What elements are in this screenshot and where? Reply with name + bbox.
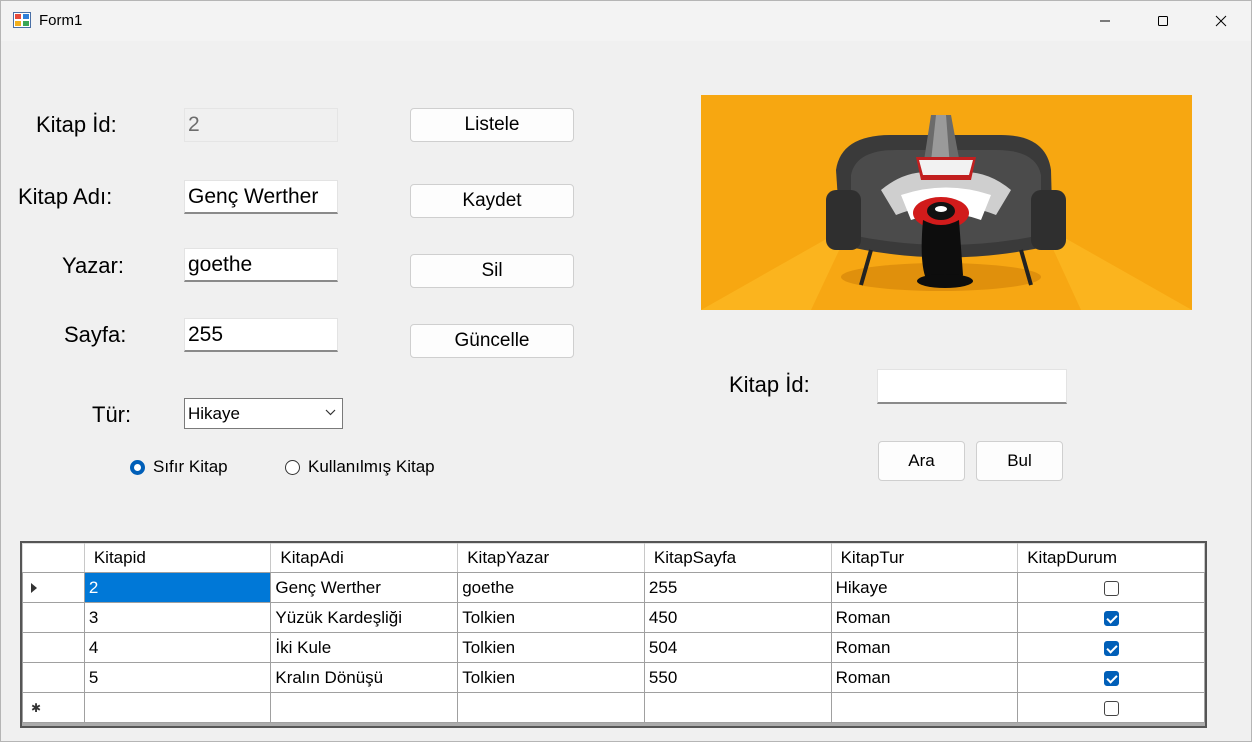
kitap-id-field[interactable]: 2 bbox=[184, 108, 338, 142]
row-header[interactable] bbox=[22, 662, 85, 693]
cell-kitapid[interactable]: 2 bbox=[83, 572, 272, 603]
new-row-asterisk-icon: ✱ bbox=[31, 701, 42, 715]
column-header-kitapid[interactable]: Kitapid bbox=[83, 543, 272, 573]
row-header[interactable] bbox=[22, 602, 85, 633]
tur-select-value: Hikaye bbox=[188, 404, 240, 423]
checkbox-checked-icon[interactable] bbox=[1103, 610, 1119, 626]
cell-kitapid[interactable]: 4 bbox=[83, 632, 272, 663]
column-header-kitapadi[interactable]: KitapAdi bbox=[270, 543, 459, 573]
cell-kitapid[interactable]: 5 bbox=[83, 662, 272, 693]
row-header[interactable]: ✱ bbox=[22, 692, 85, 723]
listele-button[interactable]: Listele bbox=[410, 108, 574, 142]
maximize-button[interactable] bbox=[1134, 1, 1192, 41]
cell-kitapyazar[interactable]: Tolkien bbox=[457, 662, 645, 693]
yazar-label: Yazar: bbox=[62, 253, 124, 278]
main-window: Form1 Kitap İd: Kitap Adı: Yazar: Sayfa:… bbox=[0, 0, 1252, 742]
kullanilmis-kitap-radio[interactable]: Kullanılmış Kitap bbox=[285, 457, 435, 477]
checkbox-unchecked-icon[interactable] bbox=[1103, 700, 1119, 716]
column-header-kitapyazar[interactable]: KitapYazar bbox=[457, 543, 645, 573]
row-header[interactable] bbox=[22, 632, 85, 663]
column-header-kitapdurum[interactable]: KitapDurum bbox=[1017, 543, 1205, 573]
cell-kitapadi[interactable]: İki Kule bbox=[270, 632, 459, 663]
cell-kitapyazar[interactable]: Tolkien bbox=[457, 602, 645, 633]
cell-kitapadi[interactable]: Yüzük Kardeşliği bbox=[270, 602, 459, 633]
column-header-kitaptur[interactable]: KitapTur bbox=[830, 543, 1019, 573]
minimize-icon bbox=[1100, 20, 1110, 22]
sil-button[interactable]: Sil bbox=[410, 254, 574, 288]
close-icon bbox=[1215, 15, 1227, 27]
cell-kitapsayfa[interactable]: 504 bbox=[643, 632, 832, 663]
bul-button[interactable]: Bul bbox=[976, 441, 1063, 481]
cell-kitapadi[interactable]: Kralın Dönüşü bbox=[270, 662, 459, 693]
cell-kitapid[interactable]: 3 bbox=[83, 602, 272, 633]
new-row[interactable]: ✱ bbox=[22, 692, 1205, 723]
grid-header-row: Kitapid KitapAdi KitapYazar KitapSayfa K… bbox=[22, 543, 1205, 573]
cell-kitapyazar[interactable]: Tolkien bbox=[457, 632, 645, 663]
kaydet-button[interactable]: Kaydet bbox=[410, 184, 574, 218]
row-header[interactable] bbox=[22, 572, 85, 603]
kullanilmis-kitap-label: Kullanılmış Kitap bbox=[308, 457, 435, 476]
cell-kitaptur[interactable]: Roman bbox=[830, 662, 1019, 693]
kitap-adi-field[interactable]: Genç Werther bbox=[184, 180, 338, 214]
table-row[interactable]: 3 Yüzük Kardeşliği Tolkien 450 Roman bbox=[22, 602, 1205, 633]
app-icon bbox=[13, 12, 31, 28]
cell-kitapdurum[interactable] bbox=[1017, 632, 1205, 663]
cell-kitapdurum[interactable] bbox=[1017, 602, 1205, 633]
cell-kitapid[interactable] bbox=[83, 692, 272, 723]
title-bar[interactable]: Form1 bbox=[1, 1, 1251, 41]
table-row[interactable]: 2 Genç Werther goethe 255 Hikaye bbox=[22, 572, 1205, 603]
grid-corner-header[interactable] bbox=[22, 543, 85, 573]
search-kitap-id-label: Kitap İd: bbox=[729, 372, 810, 397]
kitap-id-label: Kitap İd: bbox=[36, 112, 117, 137]
checkbox-unchecked-icon[interactable] bbox=[1103, 580, 1119, 596]
cell-kitapsayfa[interactable] bbox=[643, 692, 832, 723]
close-button[interactable] bbox=[1192, 1, 1250, 41]
ara-button[interactable]: Ara bbox=[878, 441, 965, 481]
cell-kitapsayfa[interactable]: 255 bbox=[643, 572, 832, 603]
checkbox-checked-icon[interactable] bbox=[1103, 640, 1119, 656]
tur-label: Tür: bbox=[92, 402, 132, 427]
kitap-adi-label: Kitap Adı: bbox=[18, 184, 113, 209]
yazar-field[interactable]: goethe bbox=[184, 248, 338, 282]
kitap-data-grid[interactable]: Kitapid KitapAdi KitapYazar KitapSayfa K… bbox=[20, 541, 1207, 728]
sifir-kitap-label: Sıfır Kitap bbox=[153, 457, 228, 476]
sifir-kitap-radio[interactable]: Sıfır Kitap bbox=[130, 457, 228, 477]
cell-kitapdurum[interactable] bbox=[1017, 572, 1205, 603]
cell-kitaptur[interactable]: Hikaye bbox=[830, 572, 1019, 603]
current-row-arrow-icon bbox=[31, 583, 37, 593]
cell-kitapyazar[interactable]: goethe bbox=[457, 572, 645, 603]
cell-kitaptur[interactable] bbox=[830, 692, 1019, 723]
cell-kitapyazar[interactable] bbox=[457, 692, 645, 723]
maximize-icon bbox=[1158, 16, 1168, 26]
cell-kitapsayfa[interactable]: 550 bbox=[643, 662, 832, 693]
table-row[interactable]: 5 Kralın Dönüşü Tolkien 550 Roman bbox=[22, 662, 1205, 693]
book-picture bbox=[701, 95, 1192, 310]
chevron-down-icon bbox=[325, 409, 336, 416]
cell-kitapadi[interactable] bbox=[270, 692, 459, 723]
minimize-button[interactable] bbox=[1076, 1, 1134, 41]
cell-kitaptur[interactable]: Roman bbox=[830, 632, 1019, 663]
cell-kitapdurum[interactable] bbox=[1017, 692, 1205, 723]
window-title: Form1 bbox=[39, 12, 83, 29]
guncelle-button[interactable]: Güncelle bbox=[410, 324, 574, 358]
table-row[interactable]: 4 İki Kule Tolkien 504 Roman bbox=[22, 632, 1205, 663]
cell-kitapdurum[interactable] bbox=[1017, 662, 1205, 693]
tur-select[interactable]: Hikaye bbox=[184, 398, 343, 429]
sayfa-label: Sayfa: bbox=[64, 322, 127, 347]
cell-kitapadi[interactable]: Genç Werther bbox=[270, 572, 459, 603]
sayfa-field[interactable]: 255 bbox=[184, 318, 338, 352]
column-header-kitapsayfa[interactable]: KitapSayfa bbox=[643, 543, 832, 573]
radio-unchecked-icon bbox=[285, 459, 300, 475]
cell-kitapsayfa[interactable]: 450 bbox=[643, 602, 832, 633]
radio-checked-icon bbox=[130, 459, 145, 475]
search-kitap-id-field[interactable] bbox=[877, 369, 1067, 404]
person-reading-in-armchair-illustration-icon bbox=[701, 95, 1192, 310]
checkbox-checked-icon[interactable] bbox=[1103, 670, 1119, 686]
cell-kitaptur[interactable]: Roman bbox=[830, 602, 1019, 633]
